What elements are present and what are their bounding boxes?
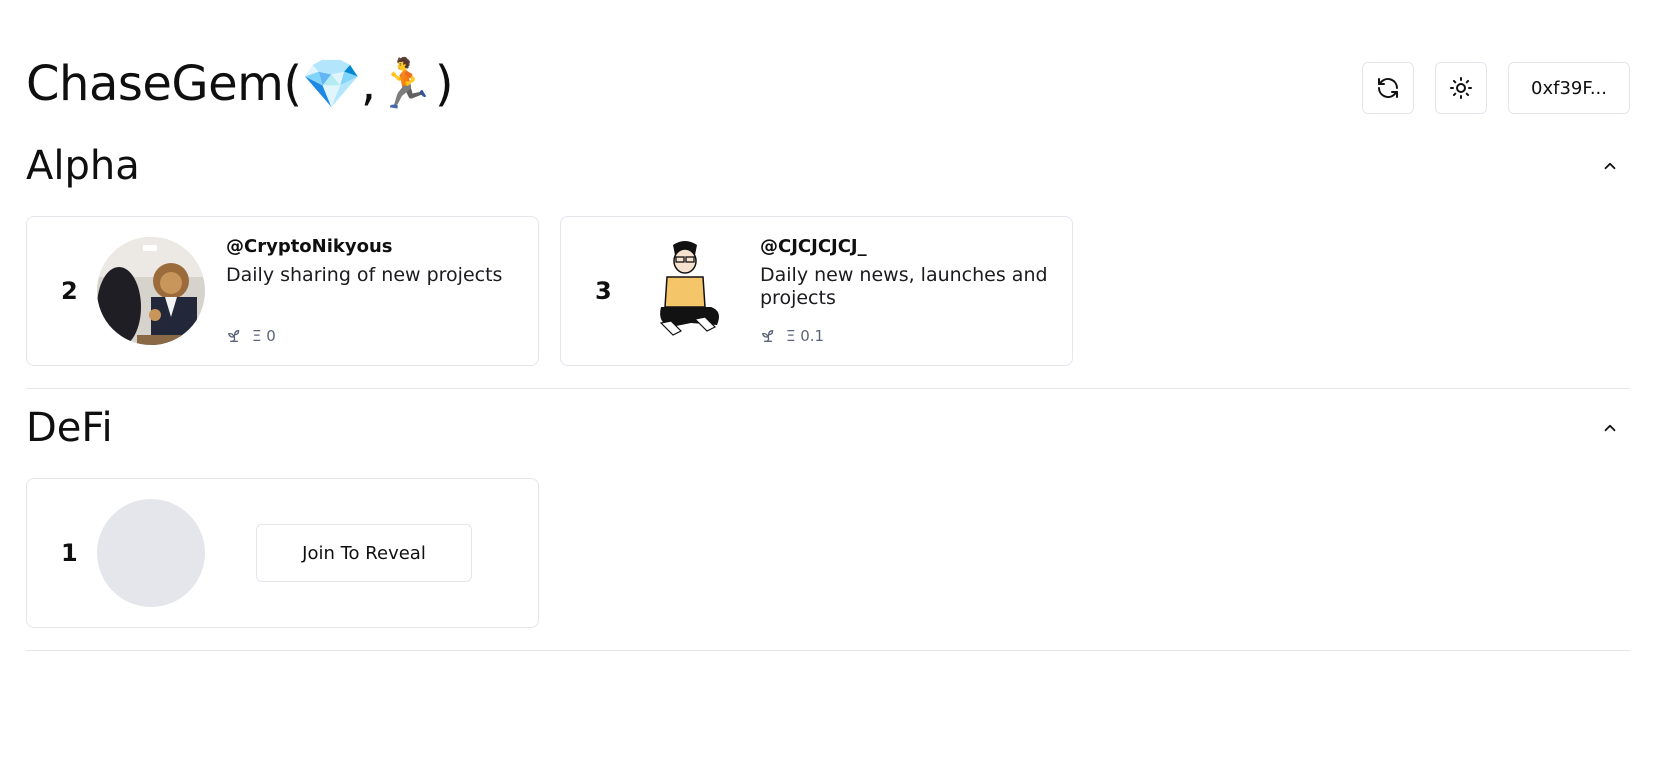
rank-number: 3 [595,277,612,305]
sprout-icon [228,330,240,342]
collapse-button[interactable] [1590,146,1630,186]
theme-toggle-button[interactable] [1435,62,1488,114]
header-actions: 0xf39F... [1362,62,1630,114]
section-divider [26,650,1630,651]
page: ChaseGem(💎,🏃) 0xf39F... Alpha 2 @CryptoN… [0,0,1656,762]
section-header: DeFi [26,402,1630,454]
section-alpha: Alpha 2 @CryptoNikyous Daily sharing of … [26,140,1630,389]
join-to-reveal-button[interactable]: Join To Reveal [256,524,472,582]
stat-value: Ξ 0.1 [786,327,825,345]
refresh-button[interactable] [1362,62,1415,114]
card-stats: Ξ 0 [226,327,276,345]
description: Daily new news, launches and projects [760,264,1048,309]
avatar [97,237,205,345]
chevron-up-icon [1604,162,1616,170]
section-defi: DeFi 1 Join To Reveal [26,402,1630,651]
rank-number: 1 [61,539,78,567]
description: Daily sharing of new projects [226,264,503,286]
card-list: 2 @CryptoNikyous Daily sharing of new pr… [26,216,1630,366]
card-stats: Ξ 0.1 [760,327,824,345]
refresh-icon [1378,78,1399,98]
chevron-up-icon [1604,424,1616,432]
section-title: Alpha [26,143,140,189]
avatar-placeholder [97,499,205,607]
project-card[interactable]: 3 @CJCJCJCJ_ Daily new news, launches an… [560,216,1073,366]
sun-icon [1450,77,1473,99]
sprout-icon [762,330,774,342]
handle[interactable]: @CryptoNikyous [226,235,516,259]
card-info: @CJCJCJCJ_ Daily new news, launches and … [760,235,1050,310]
wallet-button[interactable]: 0xf39F... [1508,62,1630,114]
card-list: 1 Join To Reveal [26,478,1630,628]
app-title: ChaseGem(💎,🏃) [26,56,454,112]
header: ChaseGem(💎,🏃) 0xf39F... [26,52,1630,116]
section-header: Alpha [26,140,1630,192]
section-title: DeFi [26,405,113,451]
handle[interactable]: @CJCJCJCJ_ [760,235,1050,259]
section-divider [26,388,1630,389]
card-info: @CryptoNikyous Daily sharing of new proj… [226,235,516,287]
collapse-button[interactable] [1590,408,1630,448]
stat-value: Ξ 0 [252,327,276,345]
rank-number: 2 [61,277,78,305]
project-card[interactable]: 2 @CryptoNikyous Daily sharing of new pr… [26,216,539,366]
locked-project-card: 1 Join To Reveal [26,478,539,628]
avatar [631,237,739,345]
